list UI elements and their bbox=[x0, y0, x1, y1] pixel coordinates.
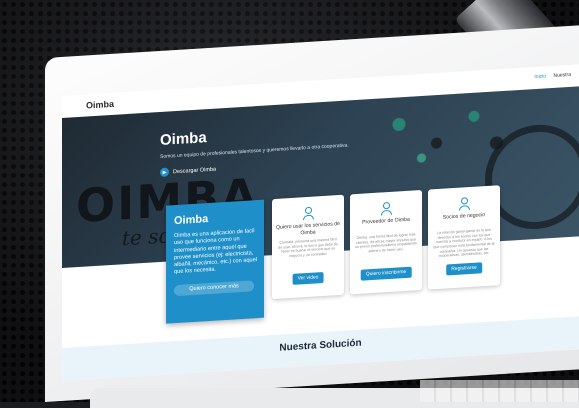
nav-links: Inicio Nuestra bbox=[528, 72, 571, 81]
laptop-screen: Oimba Inicio Nuestra OIMBA te soluciona … bbox=[62, 64, 579, 381]
card-text: Contratá, presenta una manera fácil de u… bbox=[278, 237, 338, 259]
signup-provider-button[interactable]: Quiero inscribirme bbox=[360, 266, 412, 281]
hero-title: Oimba bbox=[160, 129, 207, 150]
card-text: La relación ganar-ganar es lo que descri… bbox=[433, 227, 495, 259]
card-title: Socios de negocio bbox=[442, 212, 486, 221]
download-button-label: Descargar Oimba bbox=[173, 166, 217, 175]
intro-card-text: Oimba es una aplicacion de facil uso que… bbox=[174, 228, 258, 276]
card-title: Quiero usar los servicios de Oimba bbox=[276, 220, 341, 236]
intro-card: Oimba Oimba es una aplicacion de facil u… bbox=[166, 199, 264, 324]
nav-link-inicio[interactable]: Inicio bbox=[534, 73, 546, 80]
service-card-providers: Proveedor de Oimba Oimba, una forma fáci… bbox=[350, 189, 422, 295]
site-logo[interactable]: Oimba bbox=[86, 99, 114, 111]
card-text: Oimba, una forma fácil de lograr mas cli… bbox=[355, 232, 417, 254]
play-icon: ▶ bbox=[160, 167, 169, 178]
user-icon bbox=[381, 201, 392, 216]
learn-more-button[interactable]: Quiero conocer más bbox=[174, 280, 254, 297]
user-icon bbox=[459, 197, 470, 211]
service-card-users: Quiero usar los servicios de Oimba Contr… bbox=[272, 194, 344, 300]
user-icon bbox=[303, 206, 314, 221]
intro-card-title: Oimba bbox=[174, 213, 209, 228]
nav-link-nuestra[interactable]: Nuestra bbox=[553, 72, 571, 79]
register-button[interactable]: Registrarse bbox=[446, 262, 482, 276]
laptop-keyboard bbox=[420, 380, 579, 402]
service-card-partners: Socios de negocio La relación ganar-gana… bbox=[428, 185, 500, 290]
card-title: Proveedor de Oimba bbox=[362, 216, 410, 226]
watch-video-button[interactable]: Ver video bbox=[292, 272, 324, 285]
